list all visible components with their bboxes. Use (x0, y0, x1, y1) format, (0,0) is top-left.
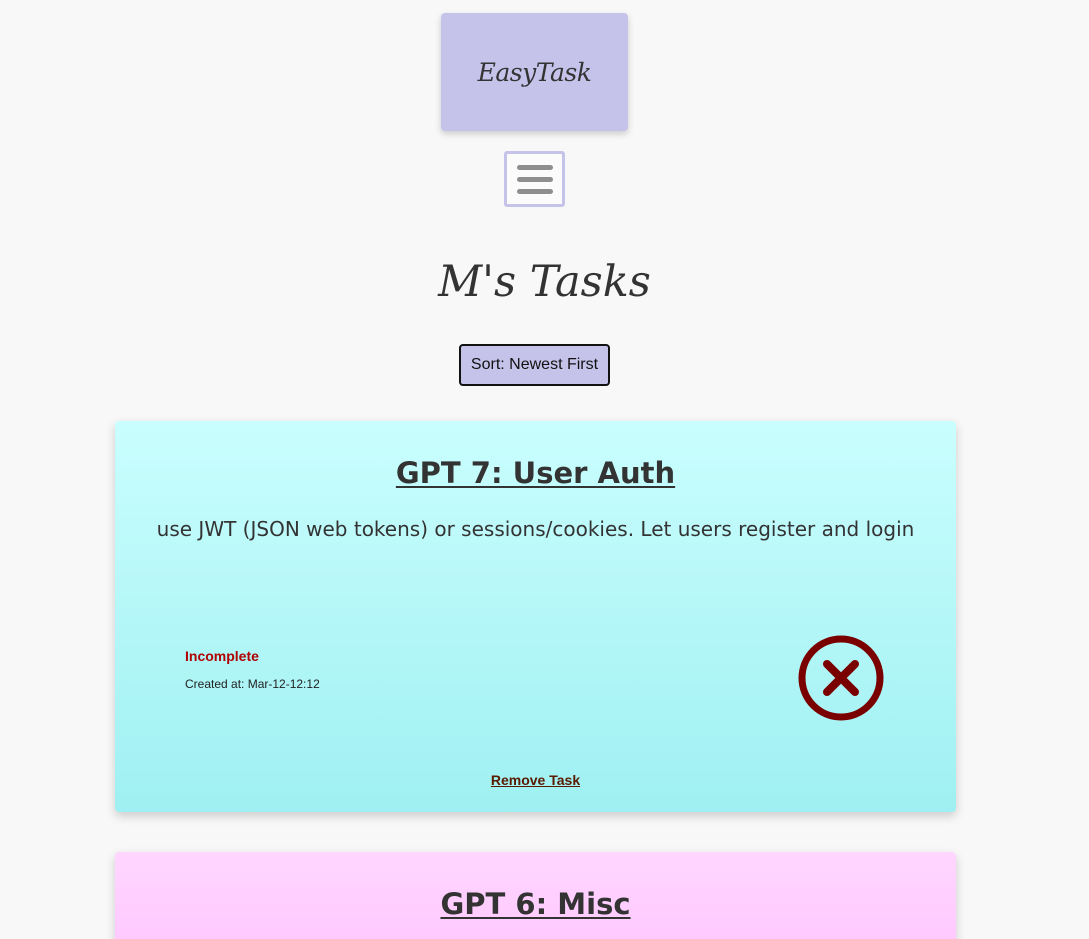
menu-button[interactable] (504, 151, 565, 207)
task-card: GPT 6: Misc (115, 852, 956, 939)
hamburger-menu-icon (516, 176, 553, 182)
task-created-at: Created at: Mar-12-12:12 (185, 677, 320, 691)
task-card: GPT 7: User Auth use JWT (JSON web token… (115, 421, 956, 812)
task-title: GPT 7: User Auth (395, 456, 676, 490)
easytask-page: EasyTask M's Tasks Sort: Newest First GP… (0, 0, 1089, 939)
hamburger-menu-icon (516, 188, 553, 194)
hamburger-menu-icon (516, 164, 553, 170)
close-circle-icon[interactable] (796, 633, 886, 723)
task-description: use JWT (JSON web tokens) or sessions/co… (156, 517, 915, 541)
task-title: GPT 6: Misc (440, 887, 631, 921)
remove-task-link[interactable]: Remove Task (115, 772, 956, 788)
brand-logo[interactable]: EasyTask (441, 13, 628, 131)
sort-button[interactable]: Sort: Newest First (459, 344, 610, 386)
page-title: M's Tasks (438, 257, 651, 307)
task-status: Incomplete (185, 648, 259, 664)
